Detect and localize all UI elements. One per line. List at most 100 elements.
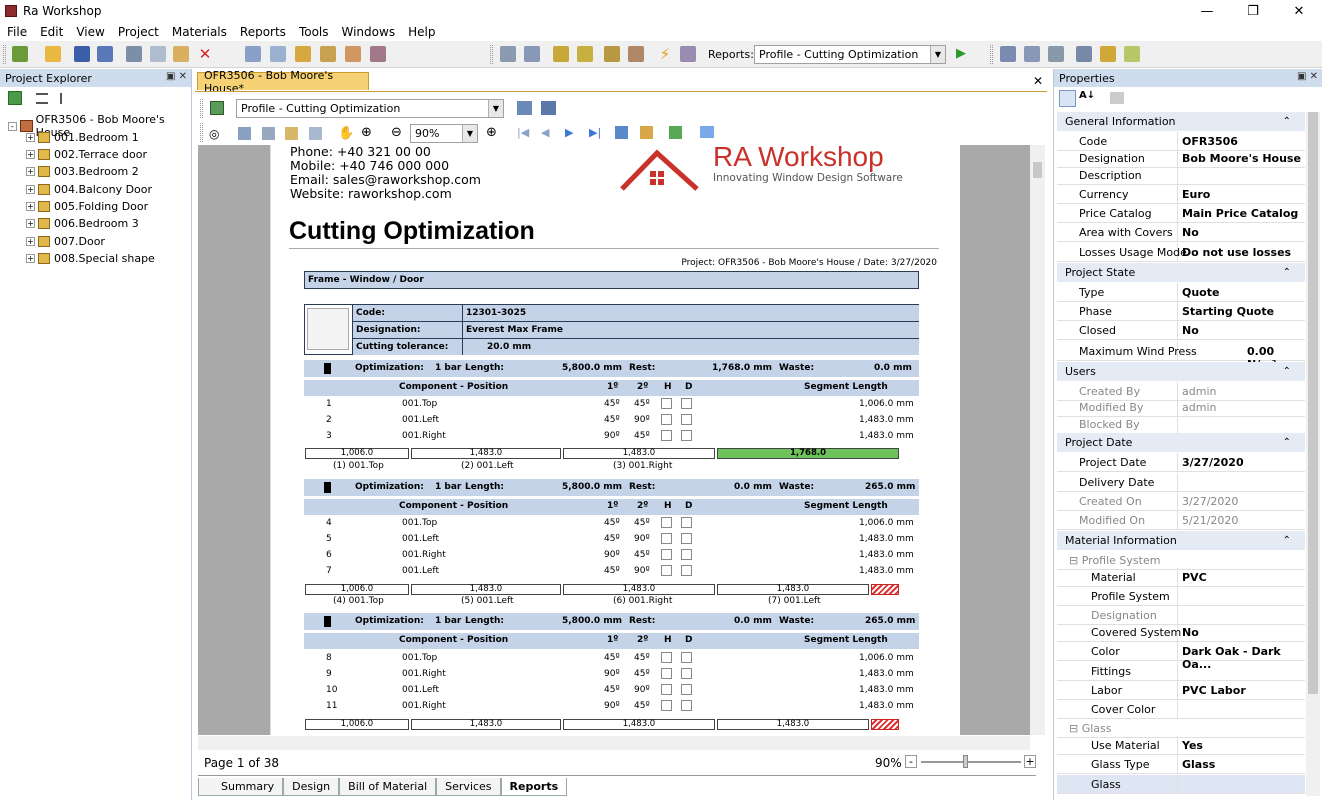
maximize-button[interactable]: ❐ [1230, 0, 1276, 22]
menu-tools[interactable]: Tools [292, 25, 335, 39]
designation-value: Everest Max Frame [466, 325, 563, 335]
settings-icon[interactable] [680, 46, 696, 62]
calc-icon[interactable] [500, 46, 516, 62]
tree-item[interactable]: +005.Folding Door [26, 198, 148, 214]
new-icon[interactable] [12, 46, 28, 62]
background-icon[interactable] [640, 126, 653, 139]
materials-icon[interactable] [553, 46, 569, 62]
pin-close-icon[interactable]: ▣ ✕ [166, 71, 187, 82]
print-icon[interactable] [262, 127, 275, 140]
export-report-icon[interactable] [541, 101, 556, 115]
copy-icon[interactable] [150, 46, 166, 62]
grid3-icon[interactable] [1048, 46, 1064, 62]
horizontal-scrollbar[interactable] [198, 736, 1030, 750]
tree-item[interactable]: +006.Bedroom 3 [26, 215, 139, 231]
next-page-icon[interactable]: ▶ [565, 126, 573, 139]
menu-windows[interactable]: Windows [335, 25, 402, 39]
binoculars-icon[interactable]: ◎ [209, 127, 219, 141]
tree-item[interactable]: +004.Balcony Door [26, 181, 152, 197]
menu-project[interactable]: Project [111, 25, 165, 39]
tree-item[interactable]: +002.Terrace door [26, 146, 147, 162]
export-icon[interactable] [669, 126, 682, 139]
menu-help[interactable]: Help [401, 25, 441, 39]
zoom-slider[interactable] [921, 761, 1021, 763]
menu-view[interactable]: View [69, 25, 110, 39]
note-icon[interactable] [1124, 46, 1140, 62]
prev-page-icon[interactable]: ◀ [541, 126, 549, 139]
order-icon[interactable] [604, 46, 620, 62]
zoom-in-icon-2[interactable]: ⊕ [486, 125, 497, 140]
trophy-icon[interactable] [1100, 46, 1116, 62]
window-report-icon[interactable] [370, 46, 386, 62]
design-report-icon[interactable] [517, 101, 532, 115]
paste-icon[interactable] [173, 46, 189, 62]
profile-select[interactable]: Profile - Cutting Optimization ▼ [236, 99, 504, 118]
categorized-icon[interactable] [1059, 90, 1076, 107]
optimize-icon[interactable] [524, 46, 540, 62]
minimize-button[interactable]: — [1184, 0, 1230, 22]
tree-item[interactable]: +007.Door [26, 233, 105, 249]
properties-panel: Properties ▣ ✕ A↓ General Information ⌃ C… [1053, 69, 1322, 800]
zoom-out-icon[interactable]: ⊖ [391, 125, 402, 140]
list-view-icon[interactable] [36, 93, 48, 104]
zoom-in-icon[interactable]: ⊕ [361, 125, 372, 140]
multipage-icon[interactable] [615, 126, 628, 139]
window-edit-icon[interactable] [320, 46, 336, 62]
properties-icon[interactable] [245, 46, 261, 62]
close-window-button[interactable]: ✕ [1276, 0, 1322, 22]
menu-materials[interactable]: Materials [165, 25, 233, 39]
refresh-icon[interactable] [8, 91, 22, 105]
document-tab[interactable]: OFR3506 - Bob Moore's House* [197, 69, 369, 95]
contact-email: Email: sales@raworkshop.com [290, 172, 481, 187]
save-all-icon[interactable] [97, 46, 113, 62]
delete-icon[interactable]: ✕ [197, 46, 213, 62]
stock-icon[interactable] [577, 46, 593, 62]
menu-reports[interactable]: Reports [233, 25, 292, 39]
last-page-icon[interactable]: ▶| [589, 126, 601, 139]
page-setup-icon[interactable] [285, 127, 298, 140]
zoom-slider-handle[interactable] [963, 755, 968, 768]
open-folder-icon[interactable] [45, 46, 61, 62]
collapse-icon[interactable]: - [8, 121, 17, 131]
tree-item[interactable]: +003.Bedroom 2 [26, 163, 139, 179]
tab-bill-of-material[interactable]: Bill of Material [339, 778, 437, 796]
save-icon[interactable] [74, 46, 90, 62]
zoom-select[interactable]: 90% ▼ [410, 124, 478, 143]
run-report-icon[interactable]: ▶ [953, 46, 969, 62]
sort-alpha-icon[interactable]: A↓ [1079, 90, 1095, 101]
zoom-minus-button[interactable]: - [905, 755, 917, 768]
tree-item[interactable]: +001.Bedroom 1 [26, 129, 139, 145]
tab-services[interactable]: Services [436, 778, 501, 796]
menu-edit[interactable]: Edit [33, 25, 69, 39]
table-icon[interactable] [1076, 46, 1092, 62]
grid2-icon[interactable] [1024, 46, 1040, 62]
vertical-scrollbar[interactable] [1030, 145, 1045, 735]
lightning-icon[interactable]: ⚡ [657, 46, 673, 62]
tree-view-icon[interactable] [60, 93, 72, 104]
print-preview-icon[interactable] [309, 127, 322, 140]
first-page-icon[interactable]: |◀ [517, 126, 529, 139]
zoom-value: 90% [415, 127, 440, 140]
tree-item[interactable]: +008.Special shape [26, 250, 155, 266]
tab-design[interactable]: Design [283, 778, 340, 796]
window-icon[interactable] [295, 46, 311, 62]
window-print-icon[interactable] [345, 46, 361, 62]
properties-scrollbar[interactable] [1306, 112, 1320, 796]
close-document-icon[interactable]: ✕ [1033, 74, 1043, 88]
tab-reports[interactable]: Reports [500, 778, 568, 796]
grid-icon[interactable] [1000, 46, 1016, 62]
refresh-report-icon[interactable] [210, 101, 224, 115]
open-report-icon[interactable] [238, 127, 251, 140]
property-row: Modified On 5/21/2020 [1057, 511, 1305, 530]
menu-file[interactable]: File [0, 25, 33, 39]
email-icon[interactable] [700, 126, 714, 138]
list-icon[interactable] [270, 46, 286, 62]
zoom-plus-button[interactable]: + [1024, 755, 1036, 768]
pin-close-icon[interactable]: ▣ ✕ [1297, 71, 1318, 82]
report-select[interactable]: Profile - Cutting Optimization ▼ [754, 45, 946, 64]
cut-icon[interactable] [126, 46, 142, 62]
property-pages-icon[interactable] [1110, 92, 1124, 104]
delivery-icon[interactable] [628, 46, 644, 62]
hand-icon[interactable]: ✋ [338, 126, 354, 141]
tab-summary[interactable]: Summary [198, 778, 284, 796]
